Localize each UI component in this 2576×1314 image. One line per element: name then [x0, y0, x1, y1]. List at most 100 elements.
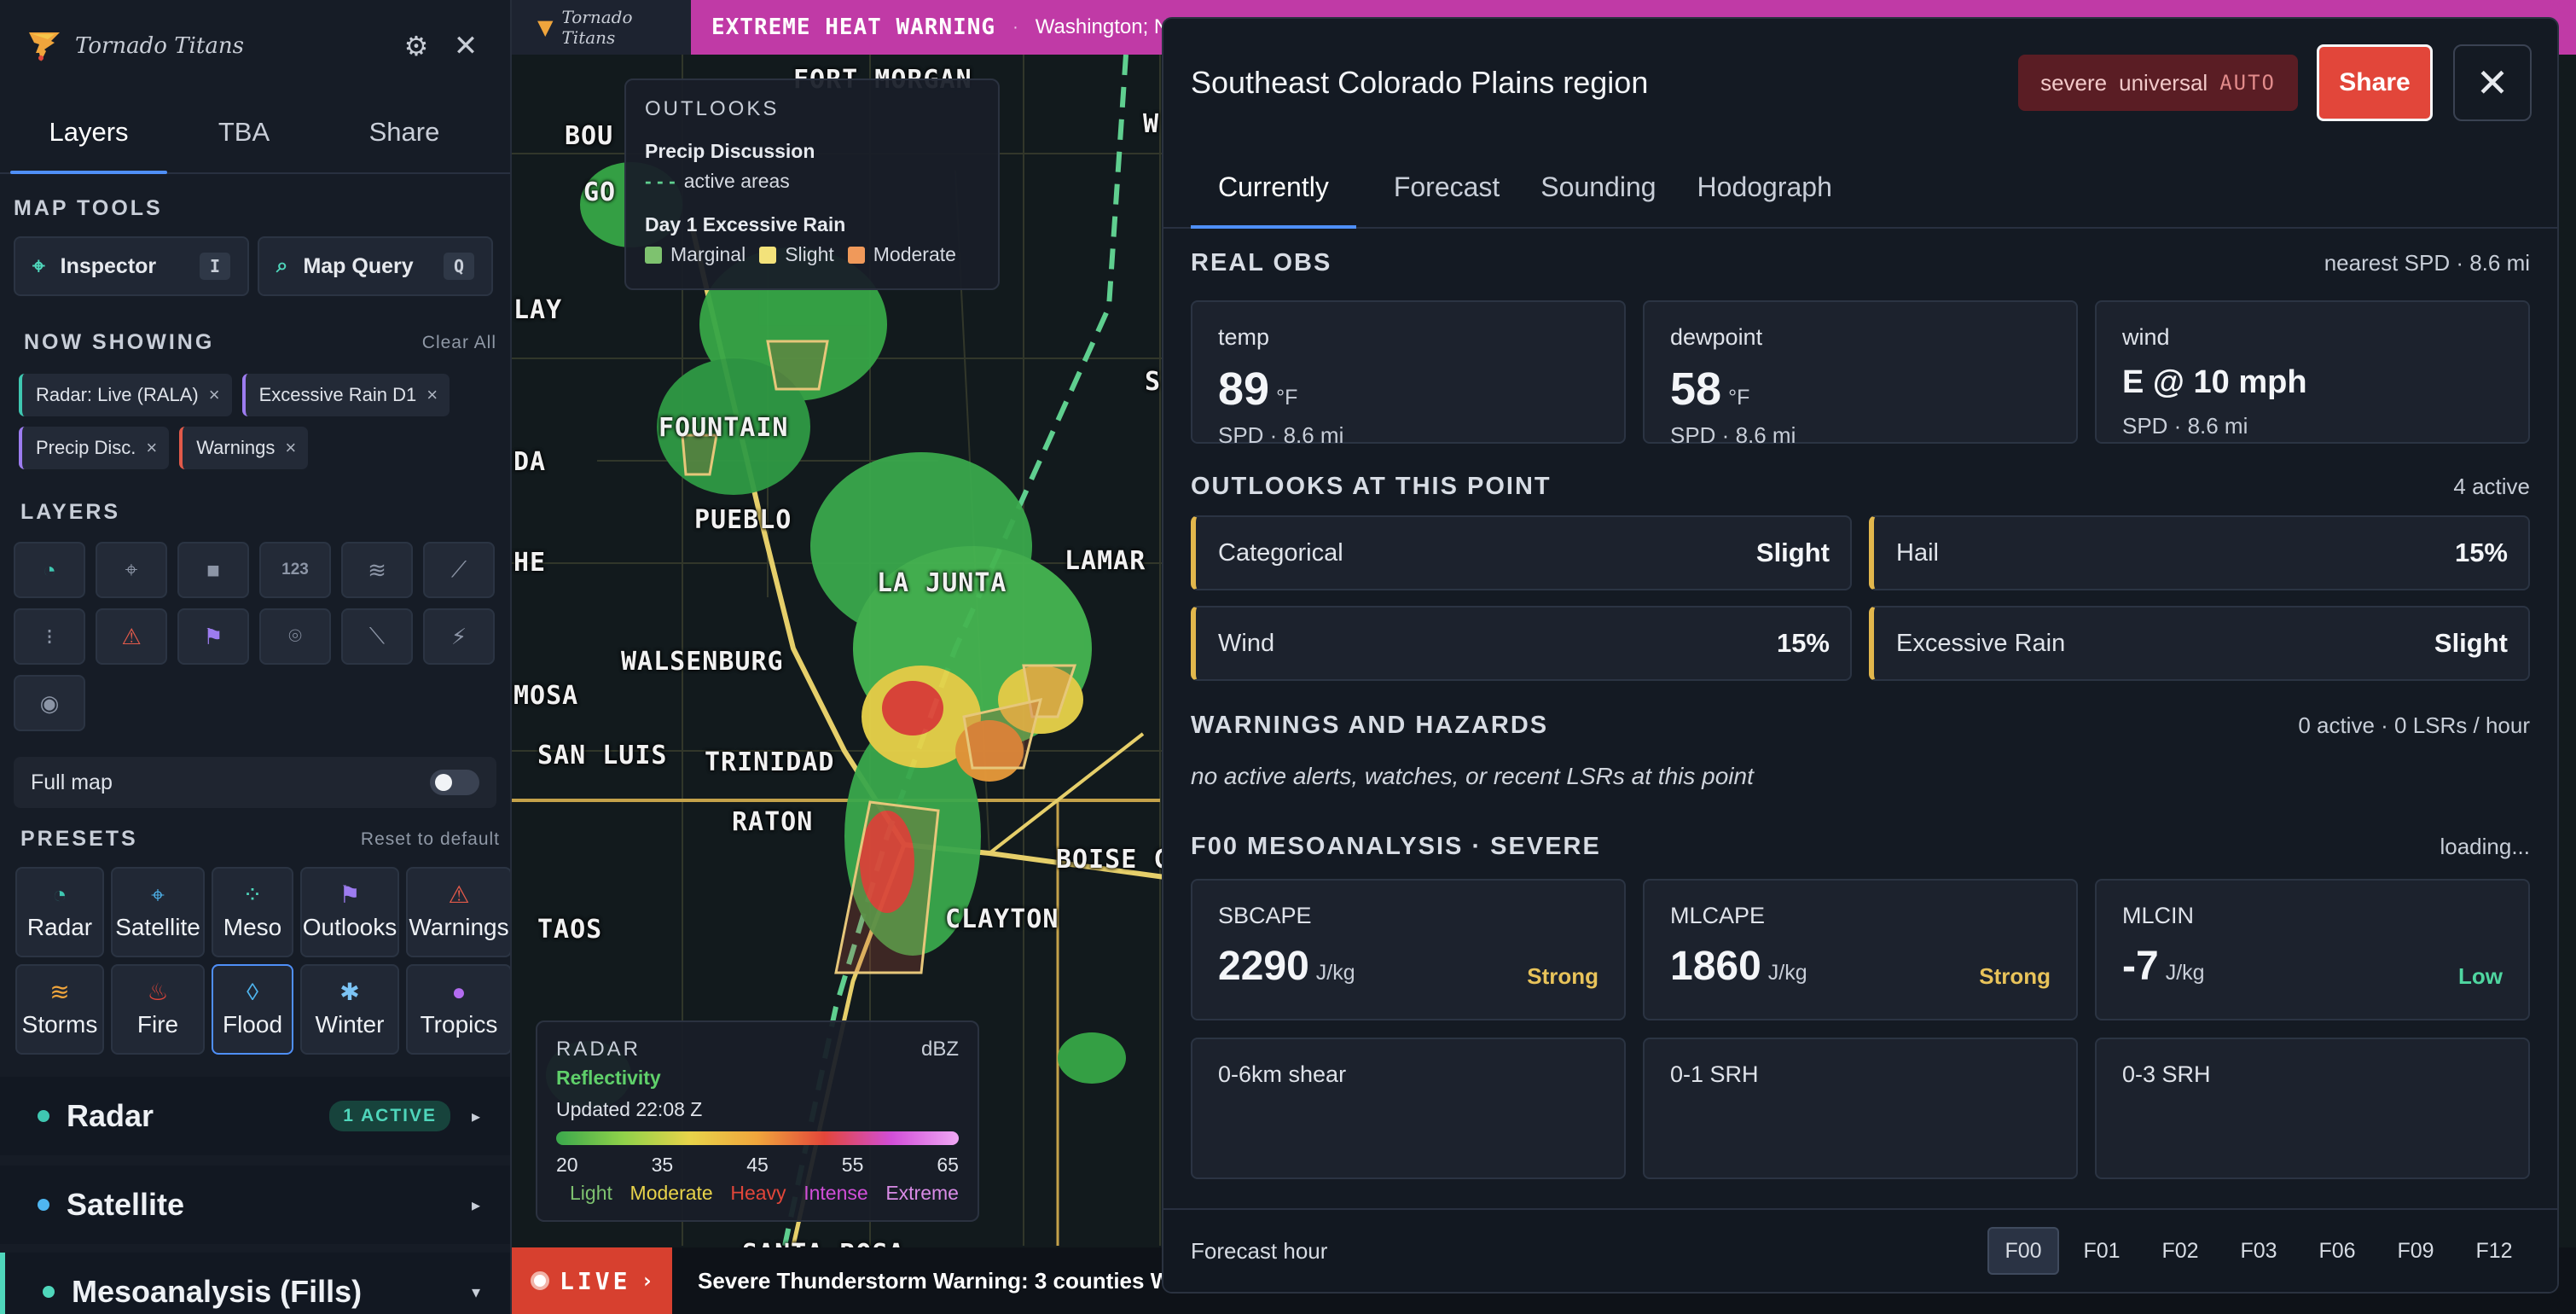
map-query-button[interactable]: ⌕ Map Query Q — [258, 236, 493, 296]
tick-label: 65 — [937, 1154, 959, 1176]
contour-pen-icon[interactable]: ⟋ — [423, 542, 495, 598]
hour-f12-button[interactable]: F12 — [2458, 1227, 2530, 1275]
hour-f01-button[interactable]: F01 — [2066, 1227, 2138, 1275]
chip-remove-icon[interactable]: × — [209, 384, 220, 406]
close-sidebar-icon[interactable]: ✕ — [447, 27, 484, 65]
logo-text: Tornado Titans — [75, 33, 244, 59]
tab-sounding[interactable]: Sounding — [1537, 147, 1659, 227]
expand-arrow-icon[interactable]: ▸ — [467, 1106, 484, 1127]
preset-label: Tropics — [420, 1011, 498, 1038]
preset-fire[interactable]: ♨ Fire — [111, 964, 205, 1055]
meso-dots-icon: ⁘ — [242, 881, 263, 908]
lightning-bolt-icon[interactable]: ⚡ — [423, 608, 495, 665]
tab-tba[interactable]: TBA — [167, 92, 321, 172]
tab-layers[interactable]: Layers — [10, 92, 167, 174]
category-satellite[interactable]: Satellite ▸ — [0, 1166, 510, 1244]
chip-precip-disc[interactable]: Precip Disc. × — [19, 427, 170, 469]
live-badge[interactable]: LIVE › — [512, 1247, 672, 1314]
preset-storms[interactable]: ≋ Storms — [15, 964, 104, 1055]
line-tool-icon[interactable]: ⟍ — [341, 608, 413, 665]
city-label: DA — [513, 447, 547, 477]
map-tools-row: ⌖ Inspector I ⌕ Map Query Q — [0, 236, 510, 296]
full-map-row: Full map — [14, 757, 496, 808]
heavy-label: Heavy — [730, 1182, 786, 1204]
wind-card: wind E @ 10 mph SPD · 8.6 mi — [2095, 300, 2530, 444]
city-label: LAY — [513, 295, 563, 325]
share-button[interactable]: Share — [2317, 44, 2433, 121]
preset-label: Fire — [136, 1011, 179, 1038]
collapse-arrow-icon[interactable]: ▾ — [467, 1282, 484, 1303]
hour-f03-button[interactable]: F03 — [2223, 1227, 2295, 1275]
active-areas-row: - - - active areas — [645, 170, 979, 193]
map-pin-icon[interactable]: ⌾ — [259, 608, 331, 665]
preset-label: Flood — [222, 1011, 283, 1038]
clear-all-button[interactable]: Clear All — [422, 333, 496, 353]
preset-warnings[interactable]: ⚠ Warnings — [406, 867, 510, 957]
tab-hodograph[interactable]: Hodograph — [1694, 147, 1836, 227]
chip-remove-icon[interactable]: × — [146, 437, 157, 459]
reset-to-default-button[interactable]: Reset to default — [361, 829, 500, 850]
tab-currently[interactable]: Currently — [1191, 147, 1356, 229]
active-layer-chips: Radar: Live (RALA) × Excessive Rain D1 × P… — [0, 374, 510, 469]
presets-header: PRESETS Reset to default — [0, 827, 510, 852]
chip-remove-icon[interactable]: × — [285, 437, 296, 459]
full-map-toggle[interactable] — [430, 770, 479, 795]
square-fill-icon[interactable]: ■ — [177, 542, 249, 598]
outlooks-title: OUTLOOKS AT THIS POINT — [1191, 472, 1552, 500]
preset-flood[interactable]: ◊ Flood — [212, 964, 293, 1055]
inspector-button[interactable]: ⌖ Inspector I — [14, 236, 249, 296]
preset-tropics[interactable]: ● Tropics — [406, 964, 510, 1055]
numeric-values-button[interactable]: 123 — [259, 542, 331, 598]
satellite-dish-icon[interactable]: ⌖ — [96, 542, 167, 598]
tornado-logo-icon — [26, 27, 63, 65]
expand-arrow-icon[interactable]: ▸ — [467, 1195, 484, 1216]
card-source: SPD · 8.6 mi — [1670, 422, 1796, 448]
mode-selector-pill[interactable]: severe universal AUTO — [2018, 55, 2298, 111]
preset-outlooks[interactable]: ⚑ Outlooks — [300, 867, 399, 957]
temp-value-row: 89 °F — [1218, 363, 1598, 416]
hour-f09-button[interactable]: F09 — [2380, 1227, 2451, 1275]
hour-f02-button[interactable]: F02 — [2144, 1227, 2216, 1275]
city-label: SAN LUIS — [537, 741, 668, 770]
category-mesoanalysis[interactable]: Mesoanalysis (Fills) ▾ — [0, 1253, 510, 1314]
outlooks-legend-title: OUTLOOKS — [645, 97, 780, 120]
chip-warnings[interactable]: Warnings × — [179, 427, 309, 469]
status-dot — [43, 1286, 55, 1298]
detail-tabs: Currently Forecast Sounding Hodograph — [1163, 147, 2557, 229]
tropical-swirl-icon[interactable]: ◉ — [14, 675, 85, 731]
sbcape-value: 2290 — [1218, 944, 1309, 989]
preset-meso[interactable]: ⁘ Meso — [212, 867, 293, 957]
location-detail-panel: Southeast Colorado Plains region severe … — [1162, 17, 2559, 1294]
mlcin-value-row: -7 J/kg — [2122, 943, 2503, 990]
category-radar[interactable]: Radar 1 ACTIVE ▸ — [0, 1077, 510, 1155]
radar-gauge-icon[interactable]: ◔ — [14, 542, 85, 598]
hour-f06-button[interactable]: F06 — [2301, 1227, 2373, 1275]
preset-radar[interactable]: ◔ Radar — [15, 867, 104, 957]
sidebar-tabs: Layers TBA Share — [0, 92, 510, 174]
layer-toggle-grid: ◔ ⌖ ■ 123 ≋ ⟋ ⁝ ⚠ ⚑ ⌾ ⟍ ⚡ ◉ — [0, 542, 510, 731]
city-label: RATON — [732, 807, 814, 837]
tab-share[interactable]: Share — [321, 92, 488, 172]
tab-forecast[interactable]: Forecast — [1390, 147, 1503, 227]
radar-icon: ◔ — [52, 881, 67, 908]
map-tools-section: MAP TOOLS ⌖ Inspector I ⌕ Map Query Q — [0, 196, 510, 296]
hour-f00-button[interactable]: F00 — [1987, 1227, 2059, 1275]
chip-label: Precip Disc. — [36, 437, 136, 458]
tick-label: 20 — [556, 1154, 578, 1176]
chip-remove-icon[interactable]: × — [426, 384, 438, 406]
preset-satellite[interactable]: ⌖ Satellite — [111, 867, 205, 957]
storm-cell-icon[interactable]: ⁝ — [14, 608, 85, 665]
warning-triangle-icon[interactable]: ⚠ — [96, 608, 167, 665]
warnings-header: WARNINGS AND HAZARDS 0 active · 0 LSRs /… — [1191, 700, 2530, 751]
wind-waves-icon[interactable]: ≋ — [341, 542, 413, 598]
preset-winter[interactable]: ✱ Winter — [300, 964, 399, 1055]
chip-excessive-rain[interactable]: Excessive Rain D1 × — [241, 374, 450, 416]
active-count-badge: 1 ACTIVE — [329, 1101, 450, 1131]
outlook-flag-icon[interactable]: ⚑ — [177, 608, 249, 665]
card-label: wind — [2122, 324, 2170, 350]
chip-radar-live[interactable]: Radar: Live (RALA) × — [19, 374, 232, 416]
warning-separator: · — [1012, 17, 1018, 37]
close-panel-icon[interactable]: ✕ — [2453, 44, 2532, 121]
card-label: MLCAPE — [1670, 903, 1766, 928]
settings-gear-icon[interactable]: ⚙ — [397, 27, 435, 65]
